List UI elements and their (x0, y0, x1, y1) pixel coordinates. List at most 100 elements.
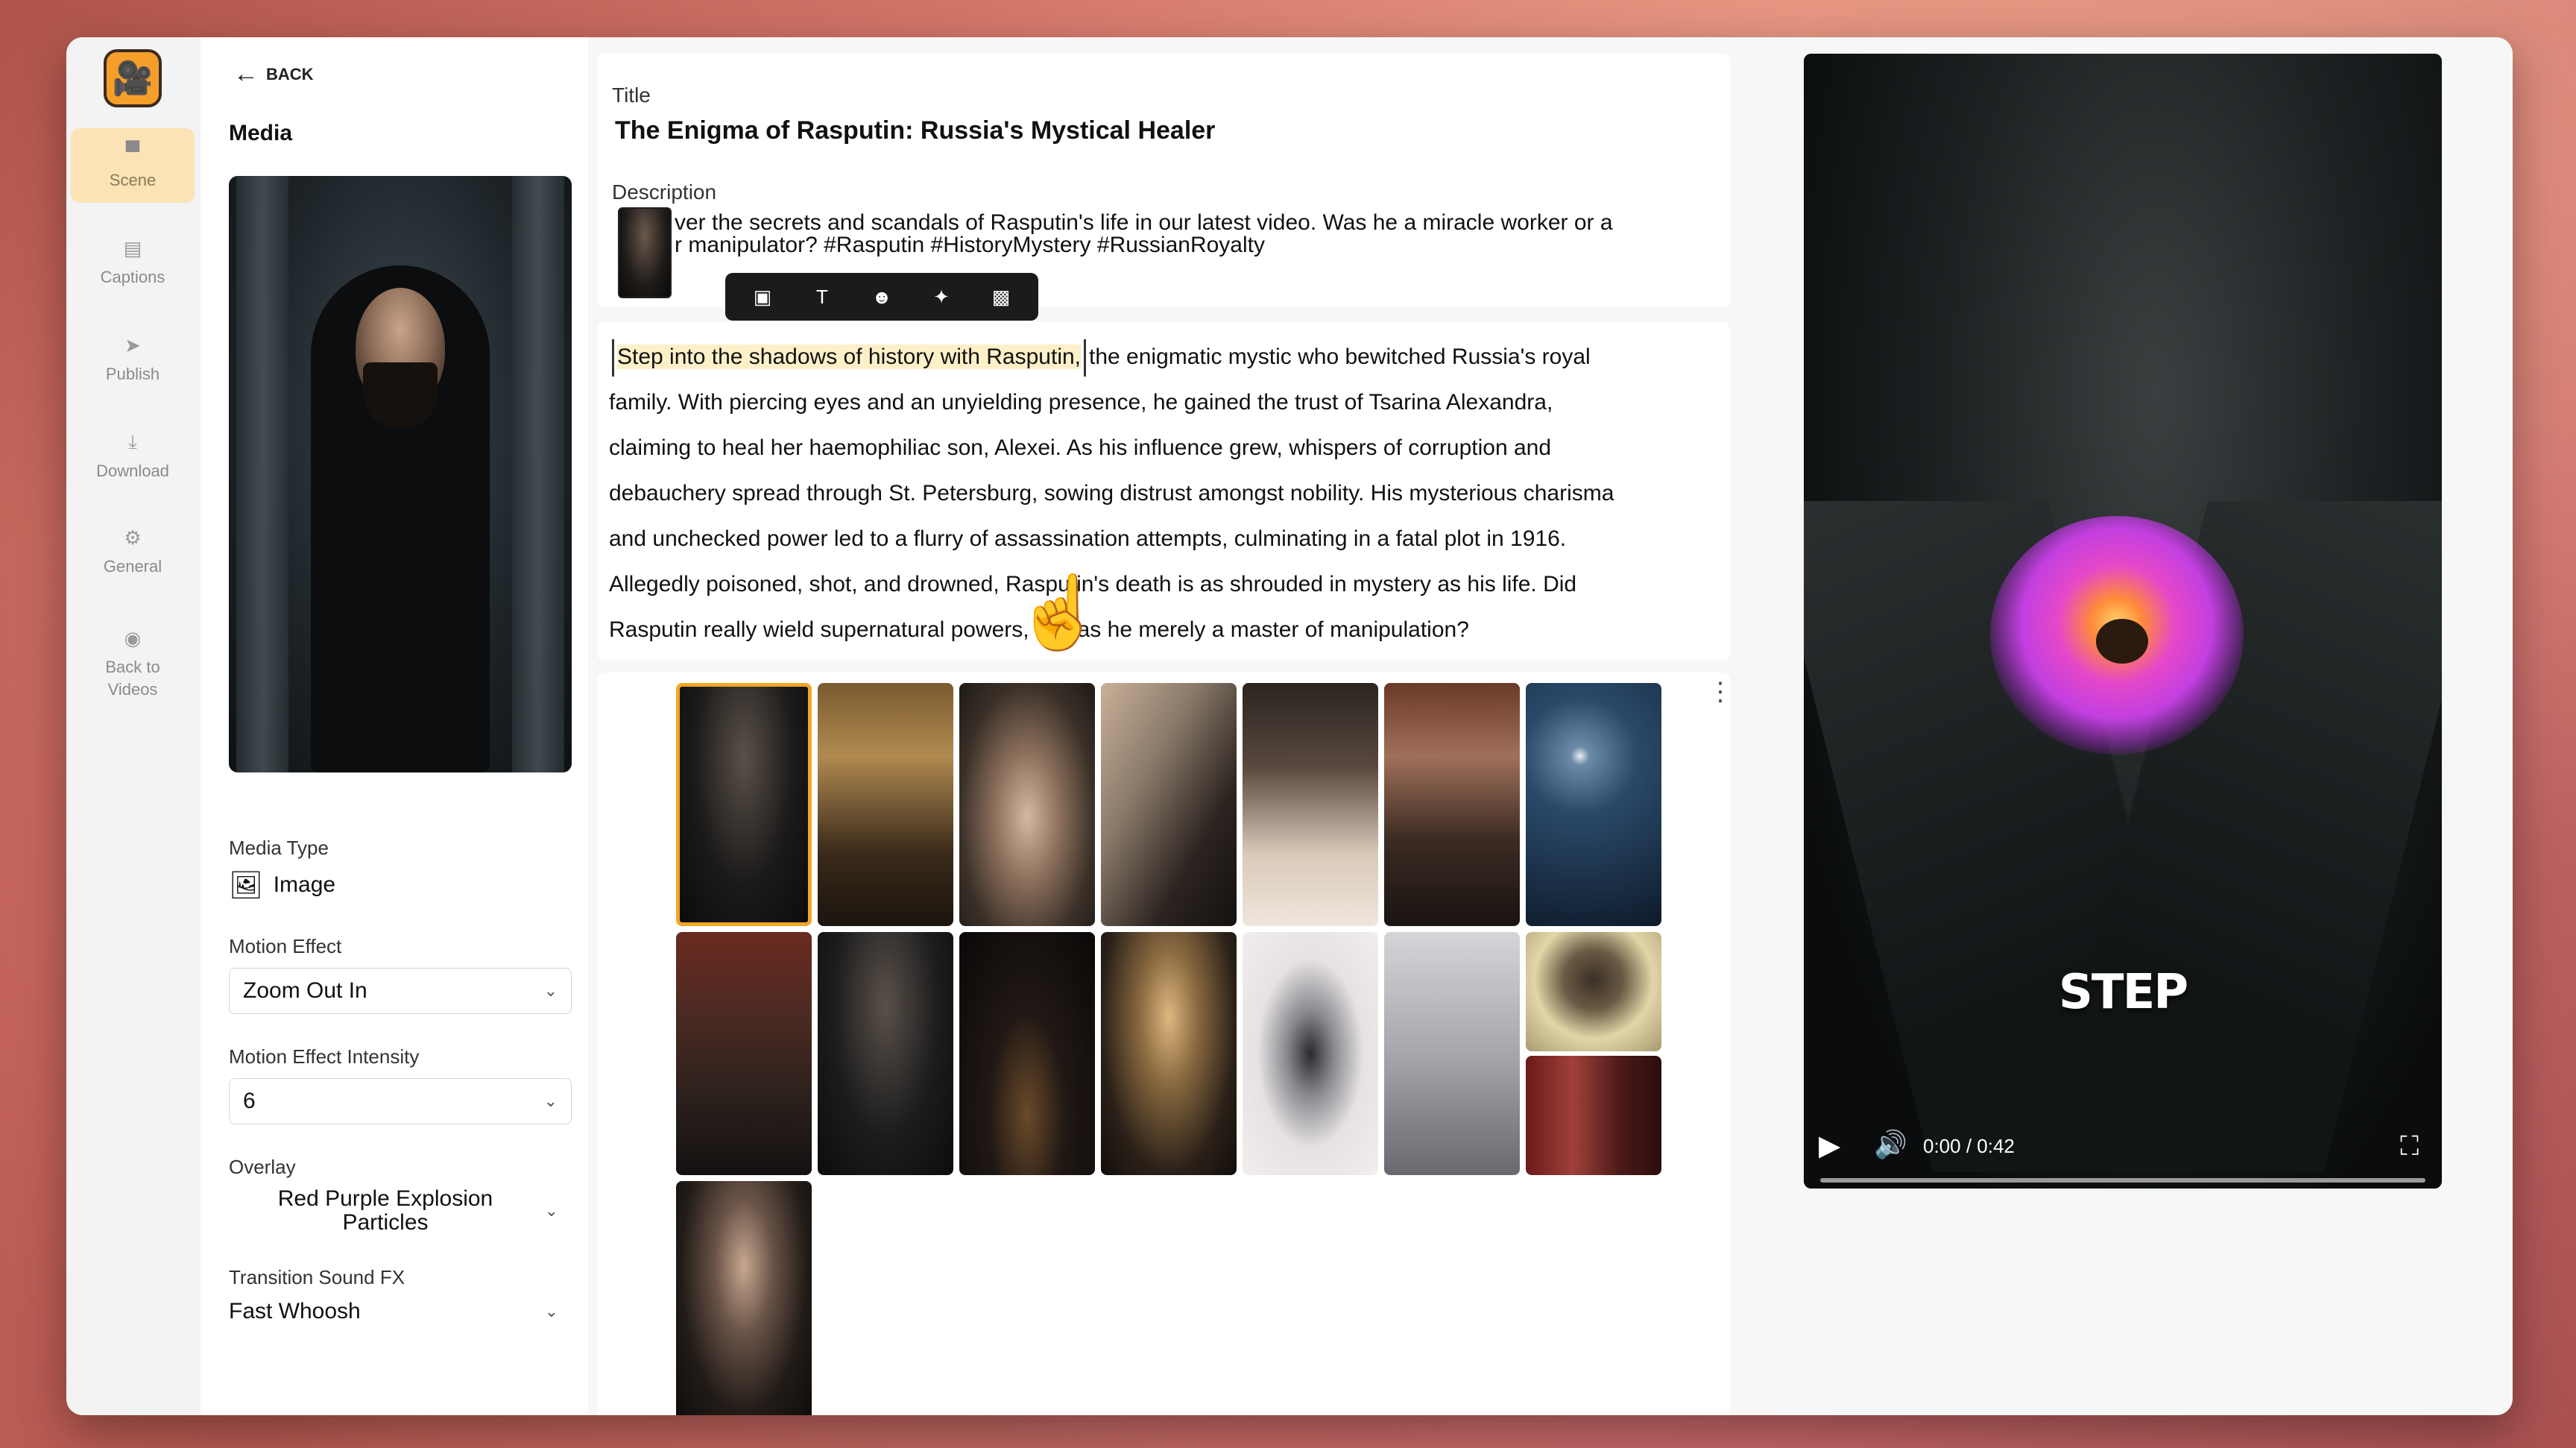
media-thumbnail[interactable] (1384, 932, 1520, 1175)
nav-item-label: Back to Videos (105, 657, 160, 699)
captions-icon: ▤ (123, 236, 142, 259)
nav-item-general[interactable]: ⚙ General (71, 514, 195, 589)
media-preview-image[interactable] (229, 176, 572, 772)
motion-intensity-value: 6 (243, 1089, 256, 1113)
scene-thumbnail-drag[interactable] (618, 207, 672, 298)
arrow-left-icon: ← (233, 60, 259, 88)
media-heading: Media (229, 121, 293, 145)
chevron-down-icon: ⌄ (543, 981, 558, 1000)
nav-item-label: Download (96, 462, 169, 480)
media-thumbnail[interactable] (676, 1181, 812, 1415)
media-grid: ⋮ (597, 673, 1733, 1415)
player-controls: ▶ 🔊 0:00 / 0:42 ⛶ (1804, 1127, 2442, 1189)
gear-icon: ⚙ (124, 526, 142, 549)
avatar-icon[interactable]: ☻ (864, 286, 900, 309)
playback-time: 0:00 / 0:42 (1923, 1135, 2015, 1157)
nav-item-scene[interactable]: ▀ Scene (71, 128, 195, 203)
media-thumbnail[interactable] (676, 683, 812, 926)
motion-effect-label: Motion Effect (229, 935, 342, 957)
nav-item-label: Captions (100, 267, 165, 286)
title-label: Title (612, 84, 651, 107)
script-text[interactable]: Step into the shadows of history with Ra… (609, 334, 1697, 652)
back-button[interactable]: ← BACK (233, 60, 314, 89)
motion-intensity-select[interactable]: 6 ⌄ (229, 1078, 572, 1124)
media-thumbnail[interactable] (1243, 932, 1378, 1175)
volume-icon[interactable]: 🔊 (1874, 1129, 1907, 1160)
media-thumbnail[interactable] (1526, 1056, 1661, 1175)
explosion-core (2096, 619, 2148, 664)
chevron-down-icon: ⌄ (544, 1302, 558, 1320)
script-line: Rasputin really wield supernatural power… (609, 617, 1469, 642)
media-thumbnail[interactable] (1101, 683, 1237, 926)
media-thumbnail[interactable] (1526, 932, 1661, 1051)
media-thumbnail[interactable] (1101, 932, 1237, 1175)
fullscreen-icon[interactable]: ⛶ (2400, 1130, 2419, 1162)
video-title[interactable]: The Enigma of Rasputin: Russia's Mystica… (615, 116, 1215, 145)
nav-item-publish[interactable]: ➤ Publish (71, 322, 195, 397)
app-logo[interactable]: 🎥 (104, 49, 162, 107)
nav-item-back-to-videos[interactable]: ◉ Back to Videos (71, 619, 195, 708)
nav-item-label: Publish (105, 364, 160, 383)
nav-item-label: Scene (109, 170, 157, 189)
layers-icon: ▀ (125, 139, 140, 163)
transition-sound-value: Fast Whoosh (229, 1299, 361, 1323)
video-player[interactable]: STEP ▶ 🔊 0:00 / 0:42 ⛶ (1804, 54, 2442, 1189)
motion-intensity-label: Motion Effect Intensity (229, 1045, 420, 1068)
hand-cursor-icon: ☝ (1014, 573, 1104, 652)
text-icon[interactable]: T (804, 286, 840, 309)
script-line: family. With piercing eyes and an unyiel… (609, 390, 1553, 415)
overlay-label: Overlay (229, 1156, 296, 1178)
image-icon[interactable]: ▣ (745, 286, 780, 309)
media-thumbnail[interactable] (959, 683, 1095, 926)
sparkle-icon[interactable]: ✦ (924, 286, 959, 309)
nav-item-download[interactable]: ⤓ Download (71, 419, 195, 494)
script-line: claiming to heal her haemophiliac son, A… (609, 435, 1552, 460)
play-icon[interactable]: ▶ (1819, 1129, 1840, 1162)
selection-handle[interactable] (612, 339, 614, 377)
chevron-down-icon: ⌄ (544, 1201, 558, 1220)
back-label: BACK (266, 64, 314, 84)
nav-item-captions[interactable]: ▤ Captions (71, 225, 195, 300)
media-type-label: Media Type (229, 837, 329, 859)
media-type-value: 🖼 Image (229, 869, 335, 901)
scene-mini-toolbar: ▣ T ☻ ✦ ▩ (725, 273, 1038, 321)
media-thumbnail[interactable] (818, 932, 953, 1175)
preview-pillar (512, 176, 564, 772)
video-description[interactable]: ver the secrets and scandals of Rasputin… (615, 212, 1688, 256)
media-thumbnail[interactable] (1243, 683, 1378, 926)
script-line: and unchecked power led to a flurry of a… (609, 526, 1567, 551)
transition-sound-select[interactable]: Fast Whoosh ⌄ (229, 1293, 572, 1330)
overlay-value: Red Purple Explosion Particles (277, 1186, 493, 1235)
download-icon: ⤓ (128, 430, 137, 453)
motion-effect-select[interactable]: Zoom Out In ⌄ (229, 968, 572, 1014)
highlighted-scene-text[interactable]: Step into the shadows of history with Ra… (617, 344, 1082, 369)
media-thumbnail[interactable] (818, 683, 953, 926)
description-line: r manipulator? #Rasputin #HistoryMystery… (675, 233, 1265, 257)
overlay-select[interactable]: Red Purple Explosion Particles ⌄ (229, 1181, 572, 1241)
script-card: Step into the shadows of history with Ra… (597, 322, 1730, 661)
image-edit-icon[interactable]: ▩ (983, 286, 1019, 309)
more-options-icon[interactable]: ⋮ (1708, 679, 1733, 705)
media-panel: ← BACK Media Media Type 🖼 Image Motion E… (201, 37, 588, 1415)
preview-pillar (236, 176, 288, 772)
transition-sound-label: Transition Sound FX (229, 1266, 405, 1288)
selection-handle[interactable] (1084, 339, 1087, 377)
motion-effect-value: Zoom Out In (243, 978, 367, 1003)
chevron-down-icon: ⌄ (543, 1092, 558, 1110)
description-line: ver the secrets and scandals of Rasputin… (675, 210, 1613, 235)
media-thumbnail[interactable] (1526, 683, 1661, 926)
video-caption: STEP (2058, 965, 2188, 1020)
script-line: debauchery spread through St. Petersburg… (609, 481, 1614, 506)
back-circle-icon: ◉ (124, 626, 142, 649)
image-icon: 🖼 (229, 869, 263, 900)
script-line: Allegedly poisoned, shot, and drowned, R… (609, 572, 1577, 596)
app-window: 🎥 ▀ Scene ▤ Captions ➤ Publish ⤓ Downloa… (66, 37, 2513, 1415)
send-icon: ➤ (124, 333, 141, 356)
script-line: Step into the shadows of history with Ra… (609, 334, 1697, 380)
media-thumbnail[interactable] (676, 932, 812, 1175)
description-label: Description (612, 180, 717, 204)
script-line-rest: the enigmatic mystic who bewitched Russi… (1089, 344, 1591, 369)
progress-bar[interactable] (1820, 1178, 2425, 1183)
media-thumbnail[interactable] (1384, 683, 1520, 926)
media-thumbnail[interactable] (959, 932, 1095, 1175)
